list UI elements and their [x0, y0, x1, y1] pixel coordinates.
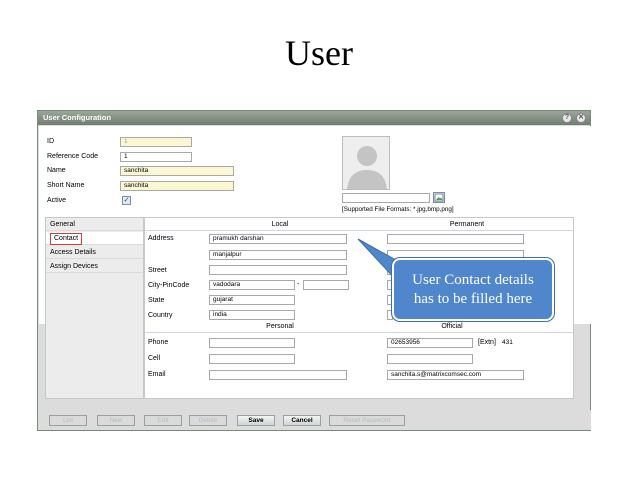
local-country-field[interactable]: india [209, 310, 295, 320]
extension-field[interactable]: 431 [500, 338, 524, 348]
personal-email-field[interactable] [209, 370, 347, 380]
state-label: State [148, 297, 165, 304]
local-header: Local [271, 221, 289, 228]
active-checkbox[interactable]: ✓ [122, 196, 131, 205]
local-city-field[interactable]: vadodara [209, 280, 295, 290]
id-label: ID [47, 138, 54, 145]
config-nav: General Contact Access Details Assign De… [45, 217, 144, 399]
name-field[interactable]: sanchita [120, 166, 234, 176]
new-button[interactable]: New [97, 415, 135, 426]
avatar-placeholder-icon [347, 146, 387, 189]
section-divider [145, 230, 573, 231]
official-phone-field[interactable]: 02653956 [387, 338, 473, 348]
extn-label: [Extn] [478, 339, 496, 346]
local-address-line1-field[interactable]: pramukh darshan [209, 234, 347, 244]
personal-header: Personal [266, 323, 294, 330]
official-email-field[interactable]: sanchita.s@matrixcomsec.com [387, 370, 524, 380]
local-address-line2-field[interactable]: manjalpur [209, 250, 347, 260]
window-title: User Configuration [43, 113, 111, 122]
short-name-field[interactable]: sanchita [120, 181, 234, 191]
active-label: Active [47, 197, 67, 204]
callout-line-1: User Contact details [412, 272, 534, 288]
callout-box: User Contact details has to be filled he… [391, 257, 555, 322]
street-label: Street [148, 267, 167, 274]
cell-label: Cell [148, 355, 161, 362]
address-label: Address [148, 235, 174, 242]
section-divider [145, 332, 573, 333]
nav-item-access-details[interactable]: Access Details [46, 246, 143, 259]
local-state-field[interactable]: gujarat [209, 295, 295, 305]
reset-password-button[interactable]: Reset Password [329, 415, 405, 426]
close-icon[interactable]: ✕ [576, 113, 586, 123]
nav-item-label: Access Details [50, 249, 96, 256]
reference-code-label: Reference Code [47, 153, 98, 160]
nav-item-label: Assign Devices [50, 263, 98, 270]
action-button-bar: List New Edit Delete Save Cancel Reset P… [39, 410, 591, 430]
nav-item-label: Contact [50, 233, 83, 245]
user-photo [342, 136, 390, 190]
phone-label: Phone [148, 339, 169, 346]
local-street-field[interactable] [209, 265, 347, 275]
slide-title: User [285, 33, 353, 73]
nav-item-assign-devices[interactable]: Assign Devices [46, 260, 143, 273]
personal-phone-field[interactable] [209, 338, 295, 348]
pin-separator: - [297, 281, 300, 288]
supported-formats-note: [Supported File Formats: *.jpg,bmp,png] [342, 206, 454, 213]
upload-photo-icon[interactable] [433, 192, 445, 203]
list-button[interactable]: List [49, 415, 87, 426]
city-pincode-label: City-PinCode [148, 282, 190, 289]
reference-code-field[interactable]: 1 [120, 152, 192, 162]
image-icon [434, 193, 444, 202]
email-label: Email [148, 371, 166, 378]
id-field[interactable]: 1 [120, 137, 192, 147]
official-cell-field[interactable] [387, 354, 473, 364]
edit-button[interactable]: Edit [144, 415, 182, 426]
country-label: Country [148, 312, 173, 319]
name-label: Name [47, 167, 66, 174]
window-titlebar: User Configuration ? ✕ [38, 111, 590, 125]
nav-item-contact[interactable]: Contact [46, 232, 143, 245]
delete-button[interactable]: Delete [189, 415, 227, 426]
callout-line-2: has to be filled here [413, 291, 533, 307]
nav-item-label: General [50, 221, 75, 228]
photo-path-field[interactable] [342, 193, 430, 203]
permanent-header: Permanent [449, 221, 485, 228]
personal-cell-field[interactable] [209, 354, 295, 364]
nav-item-general[interactable]: General [46, 218, 143, 231]
cancel-button[interactable]: Cancel [283, 415, 321, 426]
official-header: Official [441, 323, 463, 330]
help-icon[interactable]: ? [562, 113, 572, 123]
short-name-label: Short Name [47, 182, 85, 189]
local-pincode-field[interactable] [303, 280, 349, 290]
save-button[interactable]: Save [237, 415, 275, 426]
